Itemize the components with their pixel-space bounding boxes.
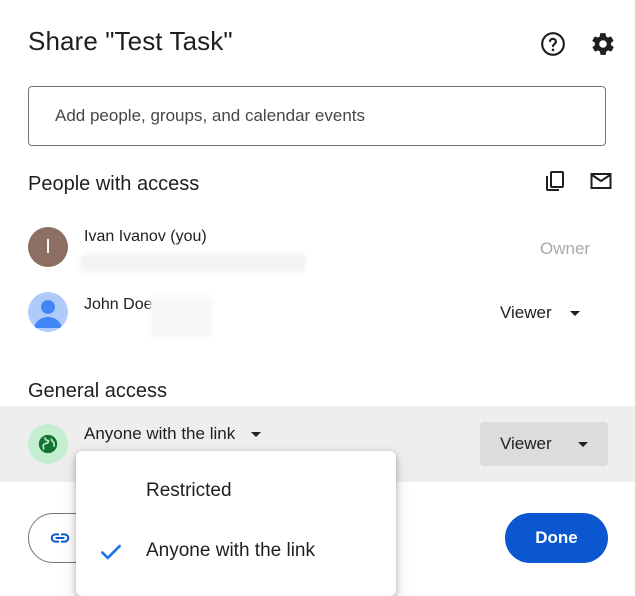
general-access-heading: General access bbox=[28, 380, 167, 402]
add-people-field[interactable] bbox=[28, 86, 606, 146]
role-dropdown[interactable]: Viewer bbox=[500, 303, 580, 323]
menu-item-label: Restricted bbox=[146, 480, 232, 501]
general-role-label: Viewer bbox=[500, 434, 552, 453]
owner-label: Owner bbox=[540, 239, 591, 258]
done-button[interactable]: Done bbox=[505, 513, 608, 563]
general-access-dropdown[interactable]: Anyone with the link bbox=[84, 424, 262, 444]
redacted-email bbox=[150, 296, 212, 338]
link-icon bbox=[50, 533, 70, 543]
menu-item-label: Anyone with the link bbox=[146, 540, 315, 561]
role-label: Viewer bbox=[500, 303, 552, 322]
caret-down-icon bbox=[251, 431, 262, 437]
person-name: Ivan Ivanov (you) bbox=[84, 228, 207, 245]
redacted-email bbox=[80, 254, 306, 272]
globe-icon bbox=[28, 424, 68, 464]
help-icon[interactable] bbox=[537, 28, 569, 60]
general-role-dropdown[interactable]: Viewer bbox=[480, 422, 608, 466]
dialog-title: Share "Test Task" bbox=[28, 26, 233, 56]
person-name: John Doe bbox=[84, 296, 153, 313]
people-with-access-heading: People with access bbox=[28, 173, 200, 195]
avatar-letter: I bbox=[45, 235, 51, 258]
general-access-menu: Restricted Anyone with the link bbox=[76, 451, 396, 596]
copy-icon[interactable] bbox=[539, 165, 571, 197]
menu-item-restricted[interactable]: Restricted bbox=[76, 461, 396, 521]
mail-icon[interactable] bbox=[585, 165, 617, 197]
check-icon bbox=[101, 544, 121, 560]
person-silhouette-icon bbox=[34, 300, 62, 328]
caret-down-icon bbox=[569, 310, 580, 316]
caret-down-icon bbox=[578, 441, 588, 447]
gear-icon[interactable] bbox=[587, 28, 619, 60]
avatar bbox=[28, 292, 68, 332]
general-access-selected: Anyone with the link bbox=[84, 424, 236, 443]
menu-item-anyone-with-link[interactable]: Anyone with the link bbox=[76, 521, 396, 581]
add-people-input[interactable] bbox=[29, 87, 605, 145]
avatar: I bbox=[28, 227, 68, 267]
